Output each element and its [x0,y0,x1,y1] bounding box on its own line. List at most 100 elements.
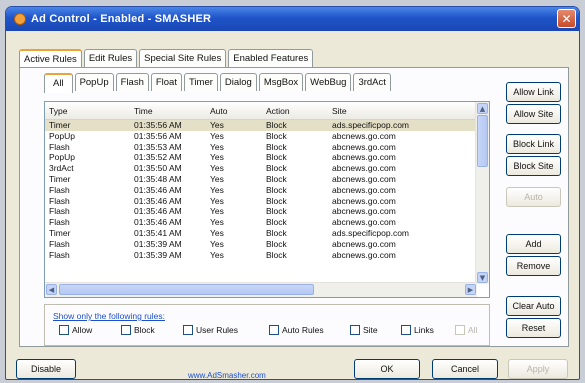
table-cell: Block [266,217,287,228]
table-header: Type Time Auto Action Site [45,102,477,120]
table-row[interactable]: Flash 01:35:53 AM Yes Block abcnews.go.com [45,142,477,153]
rules-table: Type Time Auto Action Site Timer 01:35:56… [45,102,477,260]
vertical-scrollbar[interactable]: ▲ ▼ [475,102,489,284]
subtab-float[interactable]: Float [150,73,182,91]
table-cell: 01:35:56 AM [134,130,182,141]
table-row[interactable]: Timer 01:35:56 AM Yes Block ads.specificpop.… [45,119,477,131]
disable-button[interactable]: Disable [16,359,76,379]
scroll-left-icon[interactable]: ◀ [46,284,57,295]
table-cell: Block [266,173,287,184]
scroll-down-icon[interactable]: ▼ [477,272,488,283]
filter-block-checkbox[interactable]: Block [121,325,155,335]
table-cell: 01:35:46 AM [134,195,182,206]
table-cell: 01:35:50 AM [134,163,182,174]
filter-all-checkbox[interactable]: All [455,325,477,335]
filter-allow-label: Allow [72,325,93,335]
close-icon[interactable]: ✕ [557,9,576,28]
table-cell: Yes [206,119,262,131]
table-cell: Flash [49,249,70,260]
subtab-flash[interactable]: Flash [115,73,149,91]
table-row[interactable]: Flash 01:35:46 AM Yes Block abcnews.go.com [45,217,477,228]
table-cell: Yes [210,227,224,238]
tab-special-site-rules[interactable]: Special Site Rules [139,49,227,67]
table-cell: Timer [45,119,130,131]
window-title: Ad Control - Enabled - SMASHER [31,13,212,25]
filter-links-checkbox[interactable]: Links [401,325,434,335]
cancel-button[interactable]: Cancel [432,359,498,379]
column-header-action[interactable]: Action [262,102,328,120]
table-cell: abcnews.go.com [332,163,396,174]
subtab-3rdact[interactable]: 3rdAct [353,73,391,91]
scroll-up-icon[interactable]: ▲ [477,103,488,114]
table-cell: Yes [210,238,224,249]
block-site-button[interactable]: Block Site [506,156,561,176]
table-cell: Flash [49,238,70,249]
reset-button[interactable]: Reset [506,318,561,338]
add-button[interactable]: Add [506,234,561,254]
remove-button[interactable]: Remove [506,256,561,276]
sub-tab-strip: All PopUp Flash Float Timer Dialog MsgBo… [44,73,393,93]
table-cell: Yes [210,141,224,152]
horizontal-scroll-thumb[interactable] [59,284,314,295]
column-header-type[interactable]: Type [45,102,130,120]
table-row[interactable]: PopUp 01:35:56 AM Yes Block abcnews.go.com [45,131,477,142]
column-header-auto[interactable]: Auto [206,102,262,120]
table-cell: Yes [210,217,224,228]
apply-button[interactable]: Apply [508,359,568,379]
table-cell: Block [266,184,287,195]
table-cell: Block [266,249,287,260]
app-icon [14,13,26,25]
vertical-scroll-thumb[interactable] [477,115,488,167]
filter-auto-rules-checkbox[interactable]: Auto Rules [269,325,324,335]
rules-list[interactable]: Type Time Auto Action Site Timer 01:35:56… [44,101,490,298]
filter-user-rules-label: User Rules [196,325,239,335]
subtab-all[interactable]: All [44,73,73,93]
table-row[interactable]: Flash 01:35:46 AM Yes Block abcnews.go.com [45,206,477,217]
column-header-site[interactable]: Site [328,102,477,120]
filter-user-rules-checkbox[interactable]: User Rules [183,325,238,335]
table-row[interactable]: PopUp 01:35:52 AM Yes Block abcnews.go.com [45,152,477,163]
clear-auto-button[interactable]: Clear Auto [506,296,561,316]
table-row[interactable]: Flash 01:35:46 AM Yes Block abcnews.go.com [45,185,477,196]
filter-allow-checkbox[interactable]: Allow [59,325,92,335]
table-cell: Block [266,227,287,238]
horizontal-scrollbar[interactable]: ◀ ▶ [45,282,477,297]
subtab-msgbox[interactable]: MsgBox [258,73,304,91]
table-cell: abcnews.go.com [332,152,396,163]
title-bar[interactable]: Ad Control - Enabled - SMASHER ✕ [6,7,579,31]
main-tab-strip: Active Rules Edit Rules Special Site Rul… [19,49,315,69]
table-cell: Block [266,163,287,174]
subtab-timer[interactable]: Timer [183,73,218,91]
table-row[interactable]: Timer 01:35:48 AM Yes Block abcnews.go.com [45,174,477,185]
tab-edit-rules[interactable]: Edit Rules [83,49,138,67]
filter-label[interactable]: Show only the following rules: [53,311,165,321]
table-row[interactable]: Flash 01:35:39 AM Yes Block abcnews.go.com [45,239,477,250]
column-header-time[interactable]: Time [130,102,206,120]
filter-site-checkbox[interactable]: Site [350,325,378,335]
tab-enabled-features[interactable]: Enabled Features [228,49,314,67]
filter-links-label: Links [414,325,434,335]
table-cell: Block [266,238,287,249]
filter-all-label: All [468,325,478,335]
auto-button[interactable]: Auto [506,187,561,207]
tab-active-rules[interactable]: Active Rules [19,49,82,69]
allow-site-button[interactable]: Allow Site [506,104,561,124]
table-row[interactable]: Timer 01:35:41 AM Yes Block ads.specificpop.… [45,228,477,239]
ok-button[interactable]: OK [354,359,420,379]
subtab-webbug[interactable]: WebBug [305,73,352,91]
block-link-button[interactable]: Block Link [506,134,561,154]
table-row[interactable]: Flash 01:35:39 AM Yes Block abcnews.go.com [45,250,477,261]
table-row[interactable]: 3rdAct 01:35:50 AM Yes Block abcnews.go.com [45,163,477,174]
table-cell: Yes [210,184,224,195]
table-cell: Block [262,119,328,131]
table-cell: Flash [49,206,70,217]
website-link[interactable]: www.AdSmasher.com [188,371,266,379]
subtab-dialog[interactable]: Dialog [219,73,257,91]
table-cell: abcnews.go.com [332,206,396,217]
scroll-right-icon[interactable]: ▶ [465,284,476,295]
allow-link-button[interactable]: Allow Link [506,82,561,102]
table-row[interactable]: Flash 01:35:46 AM Yes Block abcnews.go.com [45,196,477,207]
filter-site-label: Site [363,325,378,335]
table-cell: 01:35:39 AM [134,238,182,249]
subtab-popup[interactable]: PopUp [74,73,114,91]
